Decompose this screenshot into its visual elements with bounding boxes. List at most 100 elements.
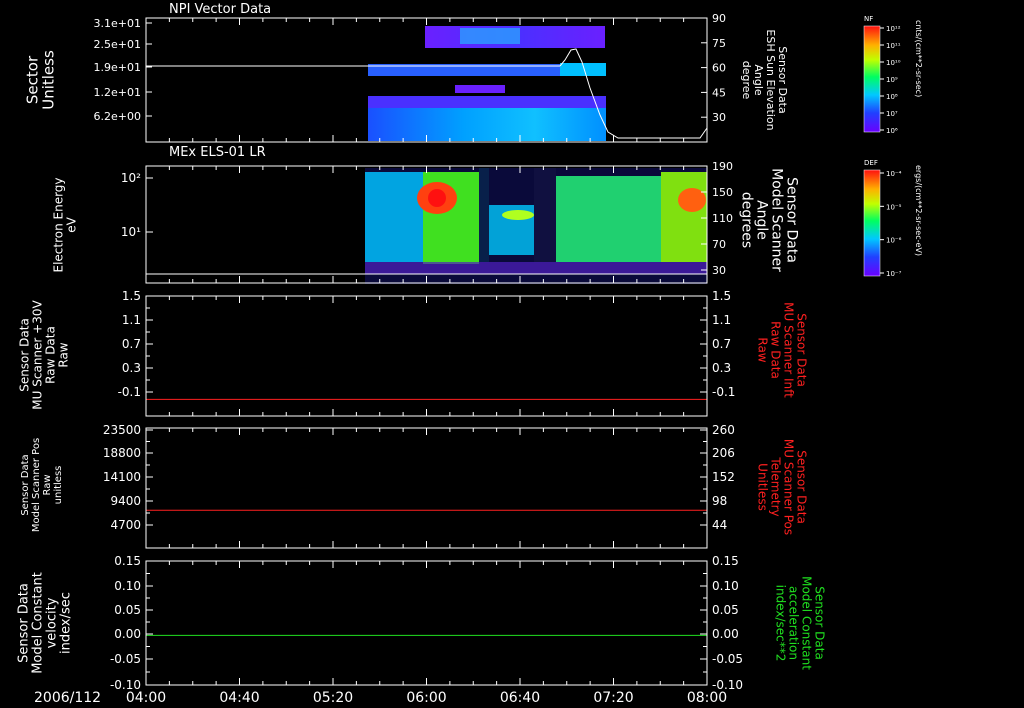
panel3-ylabel-line-1: MU Scanner +30V [31,300,45,410]
panel3-left-tick-label: 1.1 [122,313,141,327]
panel3-ylabel-line-0: Sensor Data [18,318,32,392]
panel3-ylabel-right-line-2: Raw Data [768,321,782,379]
panel2-ylabel-right-line-3: degrees [739,192,755,248]
els-gap-1 [479,168,489,262]
colorbar2-ticks: 10⁻⁴ 10⁻⁵ 10⁻⁶ 10⁻⁷ [880,170,902,278]
panel3-right-tick-label: 1.1 [712,313,731,327]
colorbar1-tick-label: 10⁸ [886,93,898,101]
panel5-left-tick-label: 0.15 [114,554,141,568]
panel4-right-tick-label: 260 [712,423,735,437]
els-hotspot-3 [502,210,534,220]
panel5-ylabel-line-1: Model Constant [31,572,46,674]
colorbar2-unit: ergs/(cm**2-sr-sec-eV) [914,165,923,256]
time-tick-label: 08:00 [687,690,727,706]
panel3-left-tick-label: 0.7 [122,337,141,351]
panel1-left-tick-label: 1.9e+01 [94,61,141,74]
panel3-ylabel-right-line-1: MU Scanner Inft [781,302,795,398]
panel4-ylabel-line-1: Model Scanner Pos [31,438,42,532]
panel5-ylabel-line-0: Sensor Data [17,583,32,663]
panel4-ylabel-line-2: Raw [42,474,53,495]
panel-scanner-pos [145,427,708,549]
panel5-left-tick-label: -0.10 [110,678,141,692]
panel5-right-tick-label: -0.10 [712,678,743,692]
panel3-ylabel: Sensor Data MU Scanner +30V Raw Data Raw [18,300,71,410]
colorbar1-tick-label: 10⁶ [886,127,898,135]
panel3-right-tick-label: -0.1 [712,385,735,399]
panel4-ylabel-line-3: unitless [53,466,64,505]
panel2-right-tick-label: 110 [712,212,733,225]
panel2-left-tick-label: 10¹ [121,225,141,239]
panel1-right-tick-label: 60 [712,62,726,75]
els-gap-2 [534,168,556,262]
panel3-right-tick-label: 0.3 [712,361,731,375]
colorbar1-tick-label: 10¹¹ [886,42,901,50]
panel1-right-tick-label: 45 [712,86,726,99]
panel4-ylabel-line-0: Sensor Data [20,454,31,515]
panel1-left-tick-label: 1.2e+01 [94,86,141,99]
panel1-spectrogram [368,26,606,141]
colorbar1-ticks: 10¹² 10¹¹ 10¹⁰ 10⁹ 10⁸ 10⁷ 10⁶ [880,25,901,135]
figure-date: 2006/112 [34,690,101,706]
panel5-ylabel-line-3: index/sec [59,592,74,654]
panel2-right-tick-label: 70 [712,238,726,251]
panel1-ylabel-line-1: Unitless [39,50,57,110]
colorbar1-tick-label: 10⁷ [886,110,898,118]
plot-canvas: NPI Vector Data MEx ELS-01 LR 04:00 04:4… [17,2,923,706]
panel5-left-tick-label: 0.00 [114,627,141,641]
npi-band-upper-core [460,28,520,44]
colorbar1-title: NF [864,15,873,23]
colorbar1-tick-label: 10¹² [886,25,901,33]
panel3-ylabel-line-2: Raw Data [44,326,58,384]
colorbar2-tick-label: 10⁻⁵ [886,203,902,211]
panel2-ylabel-right-line-0: Sensor Data [784,177,800,263]
panel5-ylabel-right-line-2: acceleration [786,586,800,660]
panel4-right-tick-label: 206 [712,446,735,460]
panel1-ylabel-right: Sensor DataESH Sun ElevationAngledegree [740,29,789,130]
panel4-ylabel-right-line-0: Sensor Data [794,450,808,524]
panel3-ylabel-right-line-0: Sensor Data [794,313,808,387]
panel5-right-tick-label: 0.00 [712,627,739,641]
panel5-right-tick-label: 0.05 [712,603,739,617]
panel4-right-tick-label: 152 [712,470,735,484]
colorbar-npi: NF 10¹² 10¹¹ 10¹⁰ 10⁹ 10⁸ 10⁷ 10⁶ cnts/(cm**2-… [863,15,923,135]
panel5-right-tick-label: 0.15 [712,554,739,568]
panel2-title: MEx ELS-01 LR [169,145,266,160]
colorbar2-scale [863,169,881,277]
colorbar1-scale [863,25,881,133]
panel1-left-tick-label: 3.1e+01 [94,17,141,30]
panel3-ylabel-line-3: Raw [57,342,71,367]
panel4-left-tick-label: 4700 [110,518,141,532]
panel4-frame [145,427,708,549]
colorbar1-tick-label: 10¹⁰ [886,59,901,67]
panel3-right-tick-label: 1.5 [712,289,731,303]
npi-band-low [368,108,606,141]
panel5-ylabel-right-line-3: index/sec**2 [773,585,787,662]
time-tick-label: 04:00 [126,690,166,706]
colorbar2-tick-label: 10⁻⁷ [886,270,902,278]
panel3-left-tick-label: 1.5 [122,289,141,303]
panel2-right-tick-label: 30 [712,264,726,277]
panel2-ylabel-line-1: eV [65,216,79,232]
panel4-right-tick-label: 98 [712,494,727,508]
panel2-ylabel-line-0: Electron Energy [52,177,66,272]
panel3-frame [145,295,708,417]
panel4-left-tick-label: 9400 [110,494,141,508]
els-low-energy-band [365,262,707,274]
els-region-a [365,172,423,262]
panel1-ylabel-right-line-3: degree [740,61,753,100]
els-region-e [661,172,707,262]
panel-mu-scanner-raw [145,295,708,417]
panel5-left-tick-label: 0.05 [114,603,141,617]
time-tick-label: 04:40 [219,690,259,706]
panel1-right-tick-label: 30 [712,111,726,124]
colorbar2-title: DEF [864,159,878,167]
time-tick-label: 06:40 [500,690,540,706]
panel3-right-tick-label: 0.7 [712,337,731,351]
panel4-ylabel-right-line-1: MU Scanner Pos [781,439,795,535]
figure: NPI Vector Data MEx ELS-01 LR 04:00 04:4… [0,0,1024,708]
panel3-ylabel-right-line-3: Raw [755,337,769,362]
npi-band-patch [455,85,505,93]
time-tick-label: 07:20 [593,690,633,706]
panel5-right-tick-label: -0.05 [712,652,743,666]
panel5-ylabel: Sensor Data Model Constant velocity index/s… [17,572,74,674]
